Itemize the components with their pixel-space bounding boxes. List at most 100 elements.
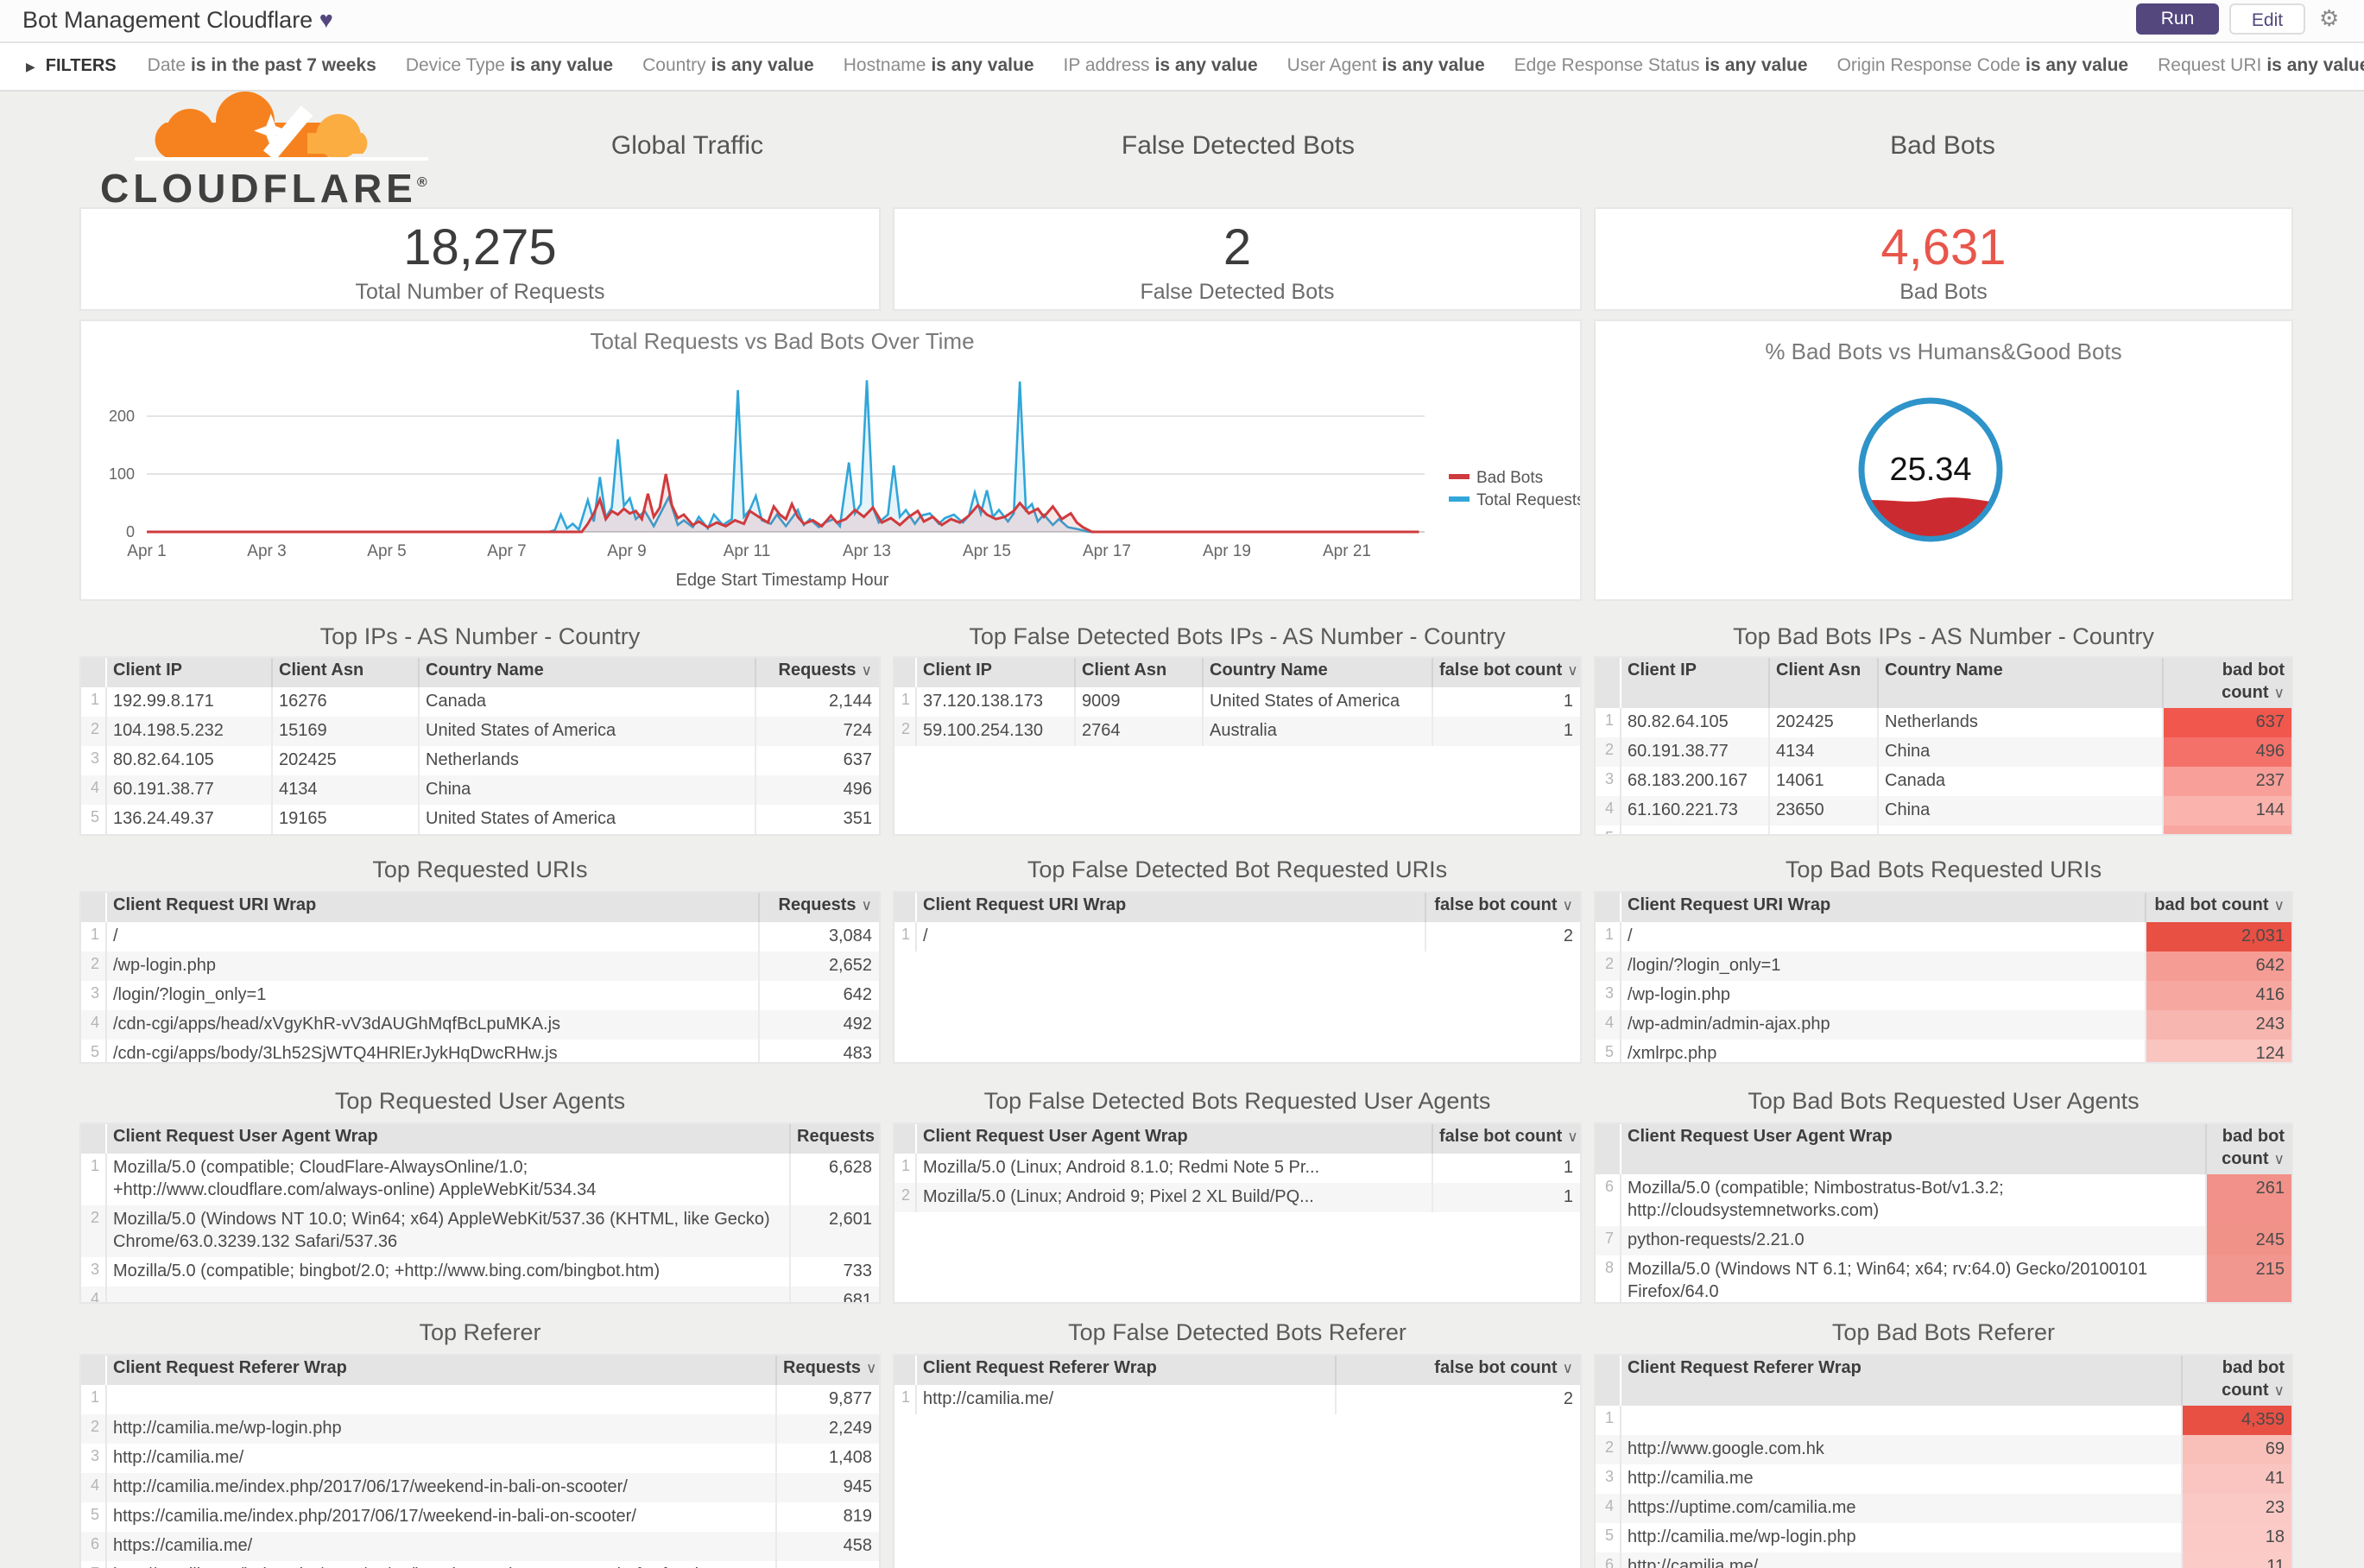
table-cell: Canada	[1876, 767, 2162, 796]
table-cell: /	[104, 921, 758, 951]
column-header[interactable]: Client Request User Agent Wrap	[104, 1124, 789, 1153]
edit-button[interactable]: Edit	[2229, 3, 2305, 35]
sort-desc-icon[interactable]: ∨	[866, 1359, 876, 1376]
column-header[interactable]: false bot count ∨	[1431, 658, 1580, 686]
svg-text:Total Requests: Total Requests	[1476, 491, 1580, 509]
table-cell: 19165	[270, 804, 418, 833]
table-cell: 9009	[1073, 686, 1202, 716]
sort-desc-icon[interactable]: ∨	[2274, 1149, 2285, 1167]
column-header[interactable]: false bot count ∨	[1431, 1124, 1580, 1153]
filter-item[interactable]: Hostname is any value	[844, 55, 1034, 76]
page-title: Bot Management Cloudflare ♥	[22, 7, 333, 33]
sort-desc-icon[interactable]: ∨	[1567, 661, 1577, 679]
filter-item[interactable]: IP address is any value	[1064, 55, 1258, 76]
column-header[interactable]: Client Asn	[270, 658, 418, 686]
sort-desc-icon[interactable]: ∨	[2274, 896, 2285, 914]
table-row: 1 9,877	[81, 1384, 879, 1413]
table-cell: 458	[774, 1531, 879, 1560]
column-header[interactable]: Requests∨	[774, 1356, 879, 1384]
table-row: 5 136.24.49.37 19165 United States of Ameri…	[81, 804, 879, 833]
filter-item[interactable]: Origin Response Code is any value	[1837, 55, 2129, 76]
table-cell: 2,144	[754, 686, 879, 716]
table-cell: 642	[2144, 951, 2291, 980]
table-cell: 80.82.64.105	[104, 745, 271, 775]
section-title: Top False Detected Bots Requested User A…	[983, 1088, 1491, 1114]
table-cell	[2161, 825, 2291, 834]
sort-desc-icon[interactable]: ∨	[2274, 1381, 2285, 1398]
column-header[interactable]: Country Name	[417, 658, 755, 686]
svg-text:200: 200	[109, 408, 135, 425]
column-header[interactable]: Client IP	[1619, 658, 1768, 708]
table-row: 8 Mozilla/5.0 (Windows NT 6.1; Win64; x64…	[1596, 1255, 2291, 1302]
dashboard: Bot Management Cloudflare ♥ Run Edit ⚙ ▶…	[0, 0, 2364, 1568]
column-header[interactable]: Client Request URI Wrap	[914, 893, 1425, 921]
filter-item[interactable]: User Agent is any value	[1287, 55, 1485, 76]
timeseries-chart[interactable]: Total Requests vs Bad Bots Over Time 0 100…	[81, 321, 1580, 599]
run-button[interactable]: Run	[2136, 3, 2219, 35]
table-row: 4 60.191.38.77 4134 China 496	[81, 775, 879, 804]
table-row: 1 Mozilla/5.0 (compatible; CloudFlare-Alw…	[81, 1153, 879, 1204]
filters-expand-icon[interactable]: ▶	[26, 62, 35, 74]
column-header[interactable]: Client Request User Agent Wrap	[1619, 1124, 2205, 1174]
sort-desc-icon[interactable]: ∨	[2274, 683, 2285, 700]
kpi-label: False Detected Bots	[1140, 280, 1335, 304]
column-header[interactable]: Client Request Referer Wrap	[104, 1356, 775, 1384]
table-cell: 637	[754, 745, 879, 775]
column-header[interactable]: bad bot count ∨	[2204, 1124, 2291, 1174]
table-row: 4 https://uptime.com/camilia.me 23	[1596, 1494, 2291, 1523]
column-header[interactable]: Client Request URI Wrap	[1619, 893, 2145, 921]
svg-text:Total Requests vs Bad Bots Ove: Total Requests vs Bad Bots Over Time	[590, 328, 974, 354]
table-cell: 37.120.138.173	[914, 686, 1074, 716]
column-header[interactable]: Requests∨	[757, 893, 879, 921]
table-top-uris: Client Request URI Wrap Requests ∨ 1/3,084 2…	[79, 891, 881, 1064]
table-cell: http://camilia.me/wp-login.php	[104, 1413, 775, 1443]
gear-icon[interactable]: ⚙	[2319, 5, 2339, 33]
column-header[interactable]: Client Request User Agent Wrap	[914, 1124, 1432, 1153]
column-header[interactable]: Client Request Referer Wrap	[914, 1356, 1335, 1384]
filter-item[interactable]: Country is any value	[642, 55, 814, 76]
column-header[interactable]: Country Name	[1201, 658, 1432, 686]
filter-item[interactable]: Edge Response Status is any value	[1514, 55, 1808, 76]
column-header[interactable]: Client IP	[914, 658, 1074, 686]
column-header[interactable]: false bot count ∨	[1334, 1356, 1580, 1384]
filters-label[interactable]: FILTERS	[46, 57, 117, 76]
column-header[interactable]: Requests∨	[788, 1124, 879, 1153]
column-header[interactable]: bad bot count ∨	[2144, 893, 2291, 921]
table-cell: Netherlands	[417, 745, 755, 775]
column-header[interactable]: Client Request URI Wrap	[104, 893, 758, 921]
table-bad-bot-user-agents: Client Request User Agent Wrap bad bot co…	[1594, 1122, 2293, 1304]
table-cell: 59.100.254.130	[914, 716, 1074, 745]
sort-desc-icon[interactable]: ∨	[1563, 1359, 1573, 1376]
column-header[interactable]: Client Request Referer Wrap	[1619, 1356, 2181, 1406]
column-header[interactable]: Country Name	[1876, 658, 2162, 708]
table-cell	[1619, 1406, 2181, 1435]
section-title: Top Requested User Agents	[334, 1088, 626, 1114]
table-cell: 245	[2204, 1226, 2291, 1255]
cloudflare-cloud-icon	[135, 92, 428, 164]
column-header[interactable]: Requests∨	[754, 658, 879, 686]
table-cell: 243	[2144, 1009, 2291, 1039]
sort-desc-icon[interactable]: ∨	[862, 896, 872, 914]
table-cell: 192.99.8.171	[104, 686, 271, 716]
column-header[interactable]: Client IP	[104, 658, 271, 686]
table-row: 2 60.191.38.77 4134 China 496	[1596, 737, 2291, 767]
table-cell: /cdn-cgi/apps/head/xVgyKhR-vV3dAUGhMqfBc…	[104, 1009, 758, 1039]
filter-item[interactable]: Date is in the past 7 weeks	[148, 55, 376, 76]
sort-desc-icon[interactable]: ∨	[862, 661, 872, 679]
filter-item[interactable]: Request URI is any value	[2158, 55, 2364, 76]
table-bad-bot-uris: Client Request URI Wrap bad bot count ∨ 1/2…	[1594, 891, 2293, 1064]
table-cell: 2	[1424, 921, 1580, 951]
column-header[interactable]: bad bot count ∨	[2161, 658, 2291, 708]
table-cell: 23650	[1767, 796, 1877, 825]
table-cell: https://camilia.me/	[104, 1531, 775, 1560]
section-title: Top Bad Bots Requested User Agents	[1748, 1088, 2140, 1114]
sort-desc-icon[interactable]: ∨	[1563, 896, 1573, 914]
table-cell: Mozilla/5.0 (compatible; CloudFlare-Alwa…	[104, 1153, 789, 1204]
column-header[interactable]: false bot count ∨	[1424, 893, 1580, 921]
column-header[interactable]: Client Asn	[1073, 658, 1202, 686]
table-cell: 2,652	[757, 951, 879, 980]
column-header[interactable]: Client Asn	[1767, 658, 1877, 708]
sort-desc-icon[interactable]: ∨	[1567, 1128, 1577, 1145]
filter-item[interactable]: Device Type is any value	[406, 55, 613, 76]
column-header[interactable]: bad bot count ∨	[2180, 1356, 2291, 1406]
